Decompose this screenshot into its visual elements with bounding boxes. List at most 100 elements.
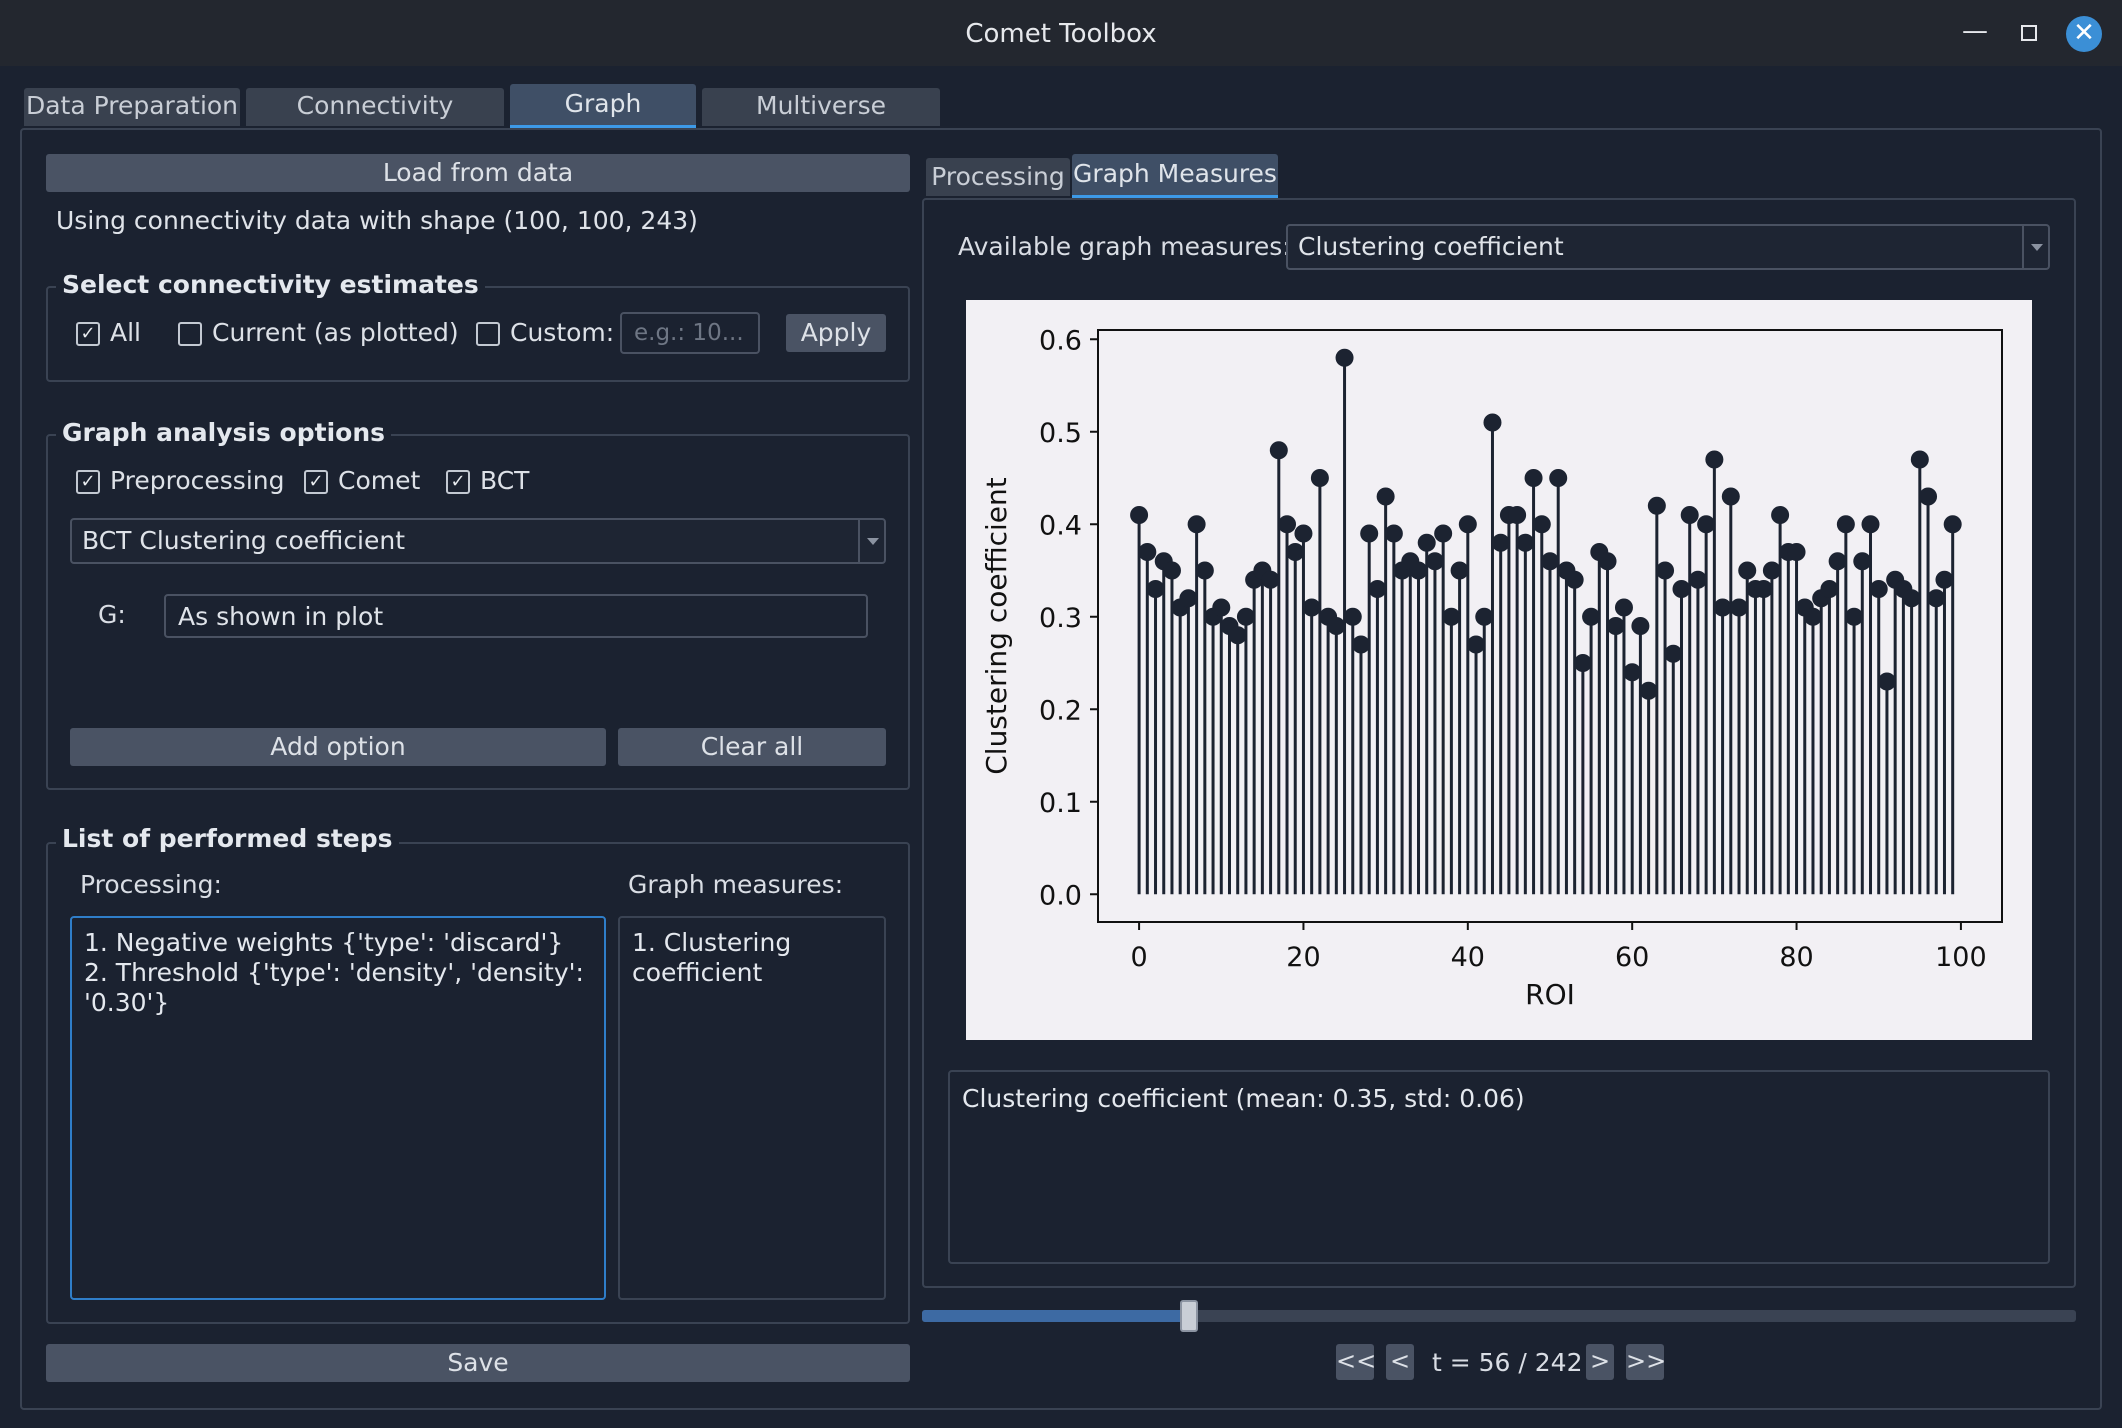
all-label: All: [110, 318, 141, 347]
stem-marker: [1327, 617, 1346, 635]
maximize-button[interactable]: [2012, 16, 2046, 50]
tab-graph-analysis[interactable]: Graph Analysis: [510, 84, 696, 158]
measure-stats-text: Clustering coefficient (mean: 0.35, std:…: [962, 1084, 1525, 1113]
stem-marker: [1425, 552, 1444, 571]
stem-marker: [1828, 552, 1847, 571]
stem-marker: [1516, 533, 1535, 552]
stem-marker: [1302, 598, 1321, 617]
stem-marker: [1598, 552, 1617, 571]
y-tick-label: 0.3: [1039, 603, 1082, 634]
y-tick-label: 0.5: [1039, 418, 1082, 449]
chevron-down-icon[interactable]: [858, 520, 884, 562]
performed-steps-title: List of performed steps: [56, 824, 399, 853]
apply-button[interactable]: Apply: [786, 314, 886, 352]
custom-checkbox[interactable]: [476, 322, 500, 346]
x-ticks: 0 20 40 60 80 100: [1130, 922, 1987, 973]
all-checkbox[interactable]: ✓: [76, 322, 100, 346]
stem-marker: [1836, 515, 1855, 534]
stem-marker: [1532, 515, 1551, 534]
custom-label: Custom:: [510, 318, 615, 347]
available-measures-select[interactable]: Clustering coefficient: [1286, 224, 2050, 270]
time-slider-handle[interactable]: [1180, 1300, 1199, 1332]
stem-marker: [1360, 524, 1379, 543]
stem-marker: [1187, 515, 1206, 534]
stem-marker: [1861, 515, 1880, 534]
stem-marker: [1458, 515, 1477, 534]
processing-steps-list[interactable]: 1. Negative weights {'type': 'discard'} …: [70, 916, 606, 1300]
y-tick-label: 0.6: [1039, 325, 1082, 356]
first-timepoint-button[interactable]: <<: [1336, 1344, 1376, 1380]
stem-marker: [1162, 561, 1181, 580]
stem-marker: [1368, 580, 1387, 598]
tab-data-preparation[interactable]: Data Preparation: [24, 88, 240, 126]
stem-marker: [1853, 552, 1872, 571]
stem-marker: [1146, 580, 1165, 598]
subtab-processing[interactable]: Processing: [926, 158, 1070, 196]
stem-marker: [1705, 450, 1724, 469]
x-tick-label: 20: [1286, 942, 1320, 973]
next-timepoint-button[interactable]: >: [1586, 1344, 1614, 1380]
stem-marker: [1935, 570, 1954, 589]
g-parameter-label: G:: [98, 600, 126, 629]
processing-steps-label: Processing:: [80, 870, 222, 899]
chart-stems: [1137, 357, 1955, 895]
stem-marker: [1236, 607, 1255, 626]
subtab-graph-measures[interactable]: Graph Measures: [1072, 154, 1278, 198]
current-checkbox[interactable]: [178, 322, 202, 346]
stem-marker: [1680, 506, 1699, 524]
graph-function-select[interactable]: BCT Clustering coefficient: [70, 518, 886, 564]
g-parameter-input[interactable]: As shown in plot: [164, 594, 868, 638]
stem-marker: [1343, 607, 1362, 626]
g-parameter-value: As shown in plot: [178, 602, 384, 631]
tab-connectivity-analysis[interactable]: Connectivity Analysis: [246, 88, 504, 156]
available-measures-label: Available graph measures:: [958, 232, 1291, 261]
x-tick-label: 80: [1779, 942, 1813, 973]
close-button[interactable]: ✕: [2066, 16, 2102, 52]
comet-checkbox[interactable]: ✓: [304, 470, 328, 494]
close-icon: ✕: [2073, 18, 2095, 48]
comet-label: Comet: [338, 466, 421, 495]
stem-marker: [1614, 598, 1633, 617]
stem-marker: [1927, 589, 1946, 608]
processing-step: 2. Threshold {'type': 'density', 'densit…: [84, 958, 584, 1017]
previous-timepoint-button[interactable]: <: [1386, 1344, 1414, 1380]
stem-marker: [1762, 561, 1781, 580]
graph-measure-step: 1. Clustering coefficient: [632, 928, 792, 987]
last-timepoint-button[interactable]: >>: [1626, 1344, 1666, 1380]
bct-checkbox[interactable]: ✓: [446, 470, 470, 494]
stem-marker: [1606, 617, 1625, 635]
minimize-button[interactable]: —: [1958, 14, 1992, 48]
stem-marker: [1417, 533, 1436, 552]
x-tick-label: 40: [1451, 942, 1485, 973]
stem-marker: [1483, 413, 1502, 432]
stem-marker: [1549, 469, 1568, 487]
clear-all-button[interactable]: Clear all: [618, 728, 886, 766]
stem-marker: [1803, 607, 1822, 626]
clustering-chart: 0 20 40 60 80 100 0.0 0.1 0.2 0.3 0.4 0.5 0.6 ROI C…: [966, 300, 2032, 1040]
preprocessing-checkbox[interactable]: ✓: [76, 470, 100, 494]
stem-marker: [1508, 506, 1527, 524]
graph-measure-steps-list[interactable]: 1. Clustering coefficient: [618, 916, 886, 1300]
stem-marker: [1787, 543, 1806, 561]
chevron-down-icon[interactable]: [2022, 226, 2048, 268]
custom-estimates-input[interactable]: e.g.: 10...: [620, 312, 760, 354]
x-tick-label: 100: [1935, 942, 1987, 973]
stem-marker: [1877, 672, 1896, 691]
current-label: Current (as plotted): [212, 318, 459, 347]
stem-marker: [1269, 441, 1288, 460]
y-tick-label: 0.4: [1039, 510, 1082, 541]
stem-marker: [1179, 589, 1198, 608]
load-from-data-button[interactable]: Load from data: [46, 154, 910, 192]
stem-marker: [1845, 607, 1864, 626]
stem-marker: [1335, 348, 1354, 367]
tab-multiverse-analysis[interactable]: Multiverse Analysis: [702, 88, 940, 156]
stem-marker: [1573, 654, 1592, 672]
window-title: Comet Toolbox: [965, 19, 1157, 49]
x-tick-label: 0: [1130, 942, 1147, 973]
measure-stats-box[interactable]: Clustering coefficient (mean: 0.35, std:…: [948, 1070, 2050, 1264]
available-measures-value: Clustering coefficient: [1298, 232, 1564, 261]
add-option-button[interactable]: Add option: [70, 728, 606, 766]
stem-marker: [1467, 635, 1486, 654]
stem-marker: [1278, 515, 1297, 534]
save-button[interactable]: Save: [46, 1344, 910, 1382]
